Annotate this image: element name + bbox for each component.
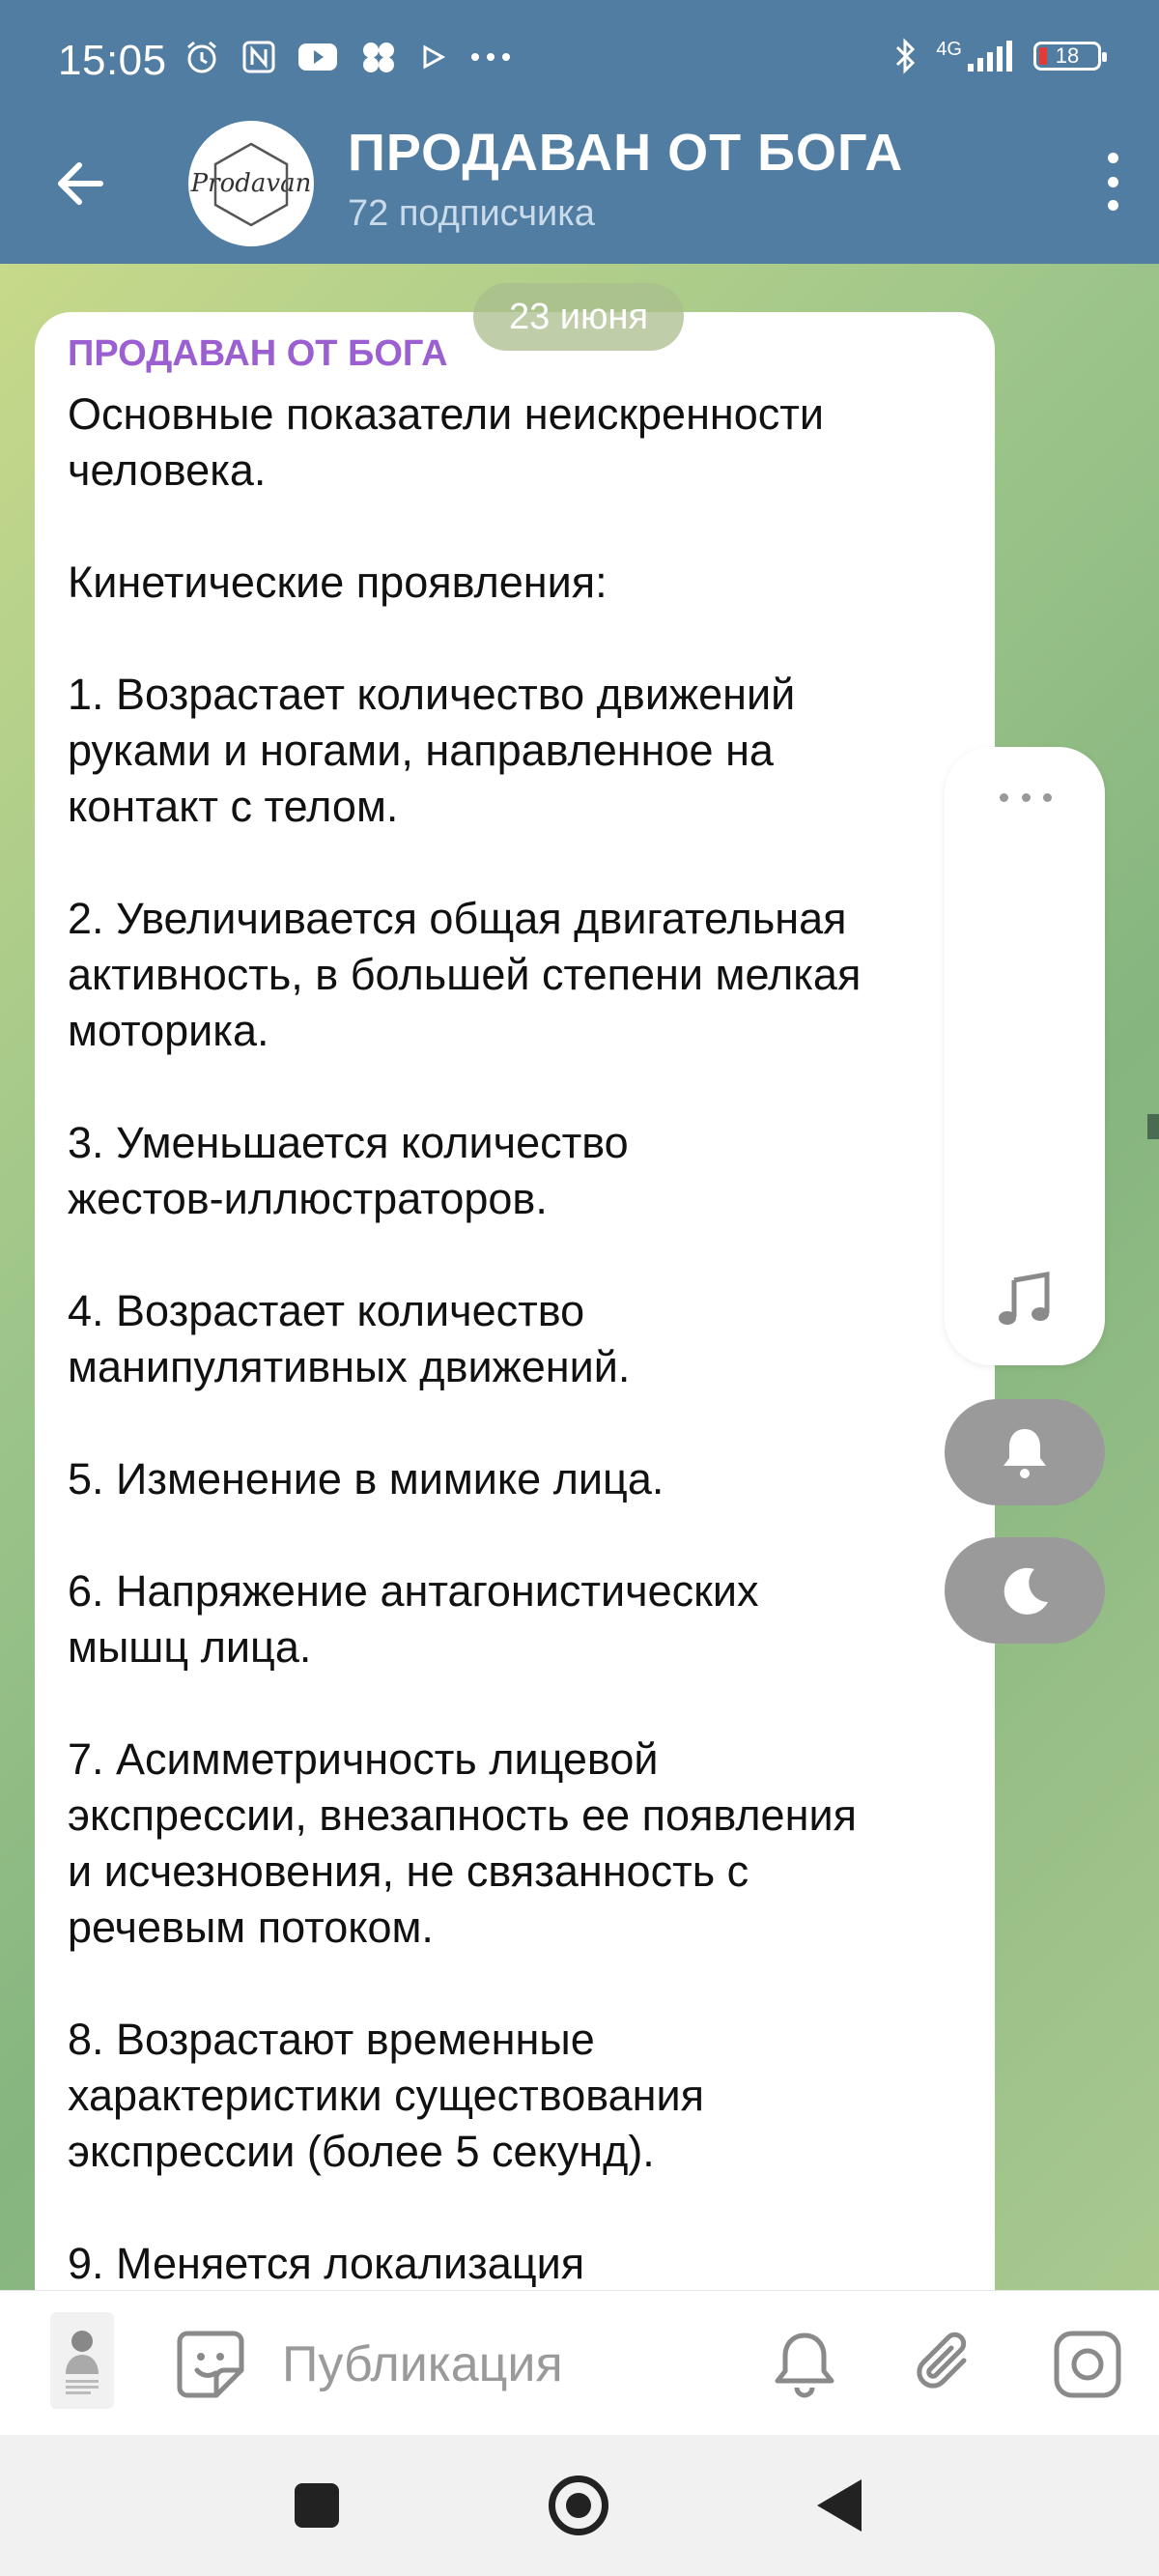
night-mode-button[interactable] xyxy=(945,1537,1105,1644)
hexagon-logo-icon xyxy=(213,142,289,227)
battery-icon: 18 xyxy=(1033,42,1107,71)
more-dots-icon[interactable] xyxy=(1000,793,1052,802)
sticker-icon[interactable] xyxy=(174,2328,247,2401)
recents-icon[interactable] xyxy=(295,2483,339,2528)
message-input[interactable]: Публикация xyxy=(282,2335,563,2393)
bluetooth-icon xyxy=(896,38,916,74)
battery-level: 18 xyxy=(1055,43,1080,68)
message-sender: ПРОДАВАН ОТ БОГА xyxy=(68,333,448,374)
portrait-icon xyxy=(66,2331,99,2394)
moon-icon xyxy=(1004,1567,1048,1615)
avatar[interactable] xyxy=(50,2312,114,2409)
kebab-menu-icon[interactable] xyxy=(1103,153,1122,211)
message-text: Основные показатели неискренности челове… xyxy=(68,389,862,2288)
date-badge: 23 июня xyxy=(473,283,684,351)
channel-avatar[interactable]: Prodavan xyxy=(188,121,314,246)
alarm-icon xyxy=(187,41,216,73)
network-label: 4G xyxy=(936,39,962,60)
nfc-icon xyxy=(242,41,275,73)
bell-icon xyxy=(1004,1429,1046,1478)
status-bar: 15:05 4G 18 xyxy=(0,0,1159,126)
camera-icon[interactable] xyxy=(1051,2328,1124,2401)
more-dots-icon xyxy=(471,53,510,61)
top-bar: 15:05 4G 18 Prodavan ПРОДАВАН ОТ БОГА 72 xyxy=(0,0,1159,264)
channel-title[interactable]: ПРОДАВАН ОТ БОГА xyxy=(348,123,903,183)
bell-icon[interactable] xyxy=(768,2328,841,2401)
bell-button[interactable] xyxy=(945,1399,1105,1505)
input-bar: Публикация xyxy=(0,2290,1159,2436)
system-nav-bar xyxy=(0,2435,1159,2576)
signal-icon xyxy=(968,41,1012,72)
paperclip-icon[interactable] xyxy=(910,2328,983,2401)
music-note-icon[interactable] xyxy=(993,1269,1057,1332)
floating-panel[interactable] xyxy=(945,747,1105,1365)
youtube-icon xyxy=(298,43,337,71)
notification-icons xyxy=(184,39,512,75)
scroll-indicator xyxy=(1147,1114,1159,1139)
arrow-left-icon[interactable] xyxy=(48,150,116,217)
status-time: 15:05 xyxy=(58,37,167,84)
chat-area[interactable]: ПРОДАВАН ОТ БОГА Основные показатели неи… xyxy=(0,264,1159,2290)
home-icon[interactable] xyxy=(549,2476,608,2535)
subscriber-count: 72 подписчика xyxy=(348,193,595,234)
back-icon[interactable] xyxy=(817,2479,862,2532)
play-icon xyxy=(423,44,446,70)
app-icon xyxy=(363,43,394,72)
system-status-icons: 4G 18 xyxy=(893,37,1107,75)
